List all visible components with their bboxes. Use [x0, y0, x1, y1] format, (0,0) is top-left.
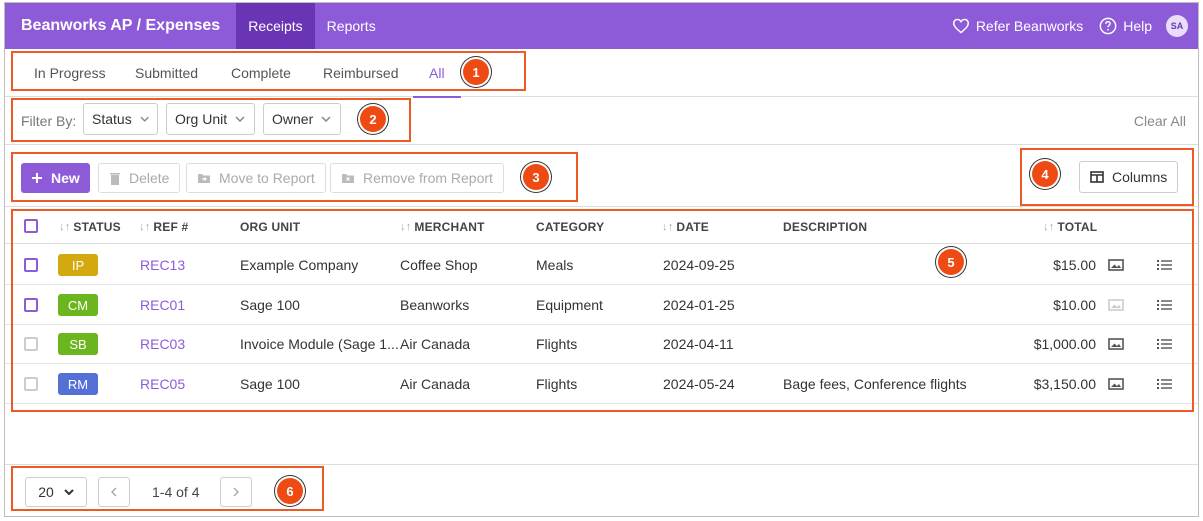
annotation-box-3 [11, 152, 578, 202]
annotation-marker-1: 1 [463, 59, 489, 85]
app-title: Beanworks AP / Expenses [21, 17, 221, 34]
user-avatar[interactable]: SA [1166, 15, 1188, 37]
annotation-box-2 [11, 98, 411, 142]
refer-link[interactable]: Refer Beanworks [952, 18, 1083, 34]
help-link[interactable]: Help [1099, 17, 1152, 35]
annotation-marker-3: 3 [523, 164, 549, 190]
clear-all-link[interactable]: Clear All [1134, 113, 1186, 129]
top-navigation-bar: Beanworks AP / Expenses Receipts Reports… [5, 3, 1198, 49]
app-window: Beanworks AP / Expenses Receipts Reports… [4, 2, 1199, 517]
annotation-box-1 [11, 51, 526, 91]
annotation-marker-5: 5 [938, 249, 964, 275]
help-icon [1099, 17, 1117, 35]
nav-tab-reports[interactable]: Reports [315, 3, 388, 49]
nav-tab-receipts[interactable]: Receipts [236, 3, 315, 49]
heart-icon [952, 18, 969, 34]
annotation-marker-2: 2 [360, 106, 386, 132]
annotation-marker-6: 6 [277, 478, 303, 504]
help-label: Help [1123, 18, 1152, 34]
annotation-box-5 [11, 209, 1194, 412]
refer-label: Refer Beanworks [975, 18, 1084, 34]
annotation-marker-4: 4 [1032, 161, 1058, 187]
